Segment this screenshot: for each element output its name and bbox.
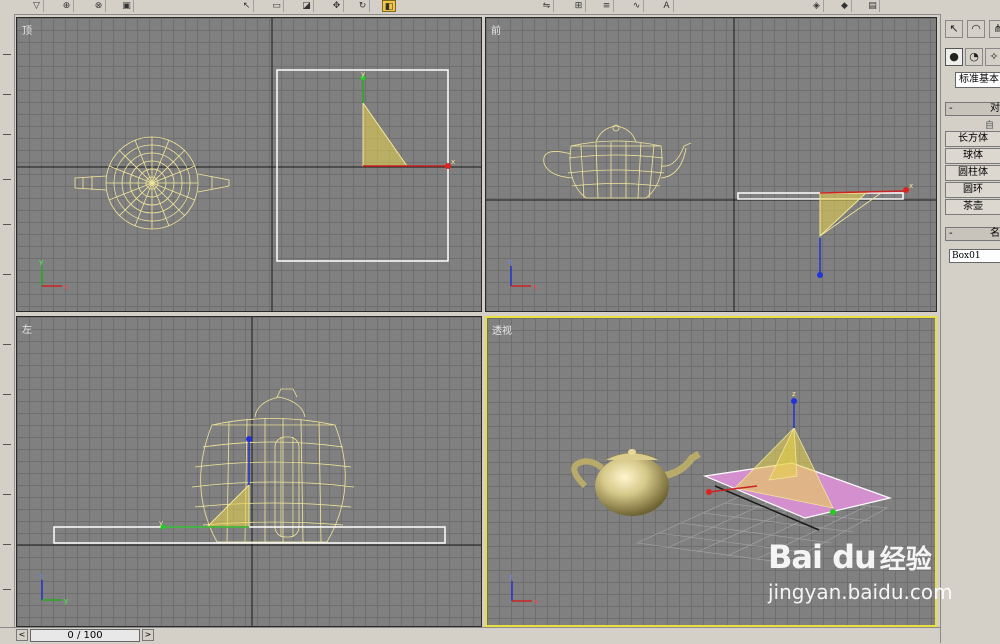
viewport-left[interactable]: 左 y z y [16, 316, 482, 627]
collapse-icon: - [949, 103, 953, 114]
light-triangle [362, 101, 408, 167]
tool-tick[interactable] [3, 54, 11, 55]
top-view-scene: y x y x [17, 18, 481, 311]
front-view-scene: x z x [486, 18, 936, 311]
svg-text:x: x [64, 283, 68, 291]
create-tab-icon[interactable]: ↖ [945, 20, 963, 38]
axis-label-y: y [361, 70, 365, 78]
rollout-title: 名 [990, 228, 1000, 239]
teapot-button[interactable]: 茶壶 [945, 199, 1000, 215]
axis-label-x: x [451, 158, 455, 166]
prev-frame-button[interactable]: < [16, 629, 28, 641]
tool-tick[interactable] [3, 494, 11, 495]
left-view-scene: y z y [17, 317, 481, 626]
tool-tick[interactable] [3, 274, 11, 275]
bind-icon[interactable]: ▣ [120, 0, 134, 12]
svg-text:x: x [534, 598, 538, 606]
svg-text:y: y [64, 597, 68, 605]
filter-icon[interactable]: ◪ [300, 0, 314, 12]
curve-editor-icon[interactable]: ∿ [630, 0, 644, 12]
render-setup-icon[interactable]: ◆ [838, 0, 852, 12]
tool-tick[interactable] [3, 179, 11, 180]
command-panel: ↖ ◠ ⋔ ● ◔ ✧ 标准基本 - 对 自 长方体 球体 圆柱体 圆环 茶壶 … [940, 14, 1000, 643]
unlink-icon[interactable]: ⊗ [92, 0, 106, 12]
svg-text:z: z [39, 572, 43, 580]
timeline-bar: < 0 / 100 > [0, 627, 940, 644]
tool-tick[interactable] [3, 224, 11, 225]
svg-text:y: y [159, 519, 163, 527]
rollout-name-color[interactable]: - 名 [945, 227, 1000, 241]
category-dropdown[interactable]: 标准基本 [955, 72, 1000, 88]
align-icon[interactable]: ⊞ [572, 0, 586, 12]
layer-icon[interactable]: ≡ [600, 0, 614, 12]
shapes-icon[interactable]: ◔ [965, 48, 983, 66]
teapot-wireframe-front [543, 124, 692, 199]
spell-icon[interactable]: A [660, 0, 674, 12]
select-icon[interactable]: ▽ [30, 0, 44, 12]
axis-gizmo: z y [39, 572, 68, 605]
next-frame-button[interactable]: > [142, 629, 154, 641]
lights-icon[interactable]: ✧ [985, 48, 1000, 66]
axis-gizmo: z x [509, 573, 538, 606]
box-button[interactable]: 长方体 [945, 131, 1000, 147]
svg-text:z: z [508, 258, 512, 266]
sphere-button[interactable]: 球体 [945, 148, 1000, 164]
svg-text:y: y [39, 258, 43, 266]
rollout-object-type[interactable]: - 对 [945, 102, 1000, 116]
region-select-icon[interactable]: ▭ [270, 0, 284, 12]
hierarchy-tab-icon[interactable]: ⋔ [989, 20, 1000, 38]
object-name-field[interactable]: Box01 [949, 249, 1000, 263]
cylinder-button[interactable]: 圆柱体 [945, 165, 1000, 181]
svg-text:x: x [533, 283, 537, 291]
tool-tick[interactable] [3, 444, 11, 445]
move-icon[interactable]: ✥ [330, 0, 344, 12]
geometry-icon[interactable]: ● [945, 48, 963, 66]
tool-tick[interactable] [3, 134, 11, 135]
spotlight-gizmo [734, 426, 834, 509]
watermark-url: jingyan.baidu.com [768, 580, 953, 604]
tool-tick[interactable] [3, 544, 11, 545]
teapot-wireframe-top [74, 136, 230, 230]
axis-gizmo: z x [508, 258, 537, 291]
rotate-icon[interactable]: ↻ [356, 0, 370, 12]
link-icon[interactable]: ⊕ [60, 0, 74, 12]
time-slider[interactable]: 0 / 100 [30, 629, 140, 642]
tool-tick[interactable] [3, 589, 11, 590]
viewport-top[interactable]: 顶 y x y x [16, 17, 482, 312]
watermark-logo: Bai du [768, 538, 877, 576]
axis-gizmo: y x [39, 258, 68, 291]
tool-tick[interactable] [3, 344, 11, 345]
scale-icon[interactable]: ◧ [382, 0, 396, 12]
svg-text:z: z [792, 390, 796, 398]
material-editor-icon[interactable]: ◈ [810, 0, 824, 12]
tool-tick[interactable] [3, 94, 11, 95]
collapse-icon: - [949, 228, 953, 239]
tool-tick[interactable] [3, 394, 11, 395]
main-toolbar: ▽ ⊕ ⊗ ▣ ↖ ▭ ◪ ✥ ↻ ◧ ⇋ ⊞ ≡ ∿ A ◈ ◆ ▤ [0, 0, 1000, 15]
svg-text:z: z [509, 573, 513, 581]
svg-text:x: x [909, 182, 913, 190]
teapot-shaded [571, 449, 701, 516]
left-toolbar-strip [0, 14, 15, 628]
select-object-icon[interactable]: ↖ [240, 0, 254, 12]
viewport-front[interactable]: 前 x z x [485, 17, 937, 312]
autogrid-label: 自 [985, 121, 995, 131]
quick-render-icon[interactable]: ▤ [866, 0, 880, 12]
torus-button[interactable]: 圆环 [945, 182, 1000, 198]
modify-tab-icon[interactable]: ◠ [967, 20, 985, 38]
baidu-watermark: Bai du 经验 jingyan.baidu.com [768, 538, 953, 604]
watermark-cn: 经验 [879, 545, 932, 575]
light-plane-left [53, 526, 446, 544]
rollout-title: 对 [990, 103, 1000, 114]
mirror-icon[interactable]: ⇋ [540, 0, 554, 12]
